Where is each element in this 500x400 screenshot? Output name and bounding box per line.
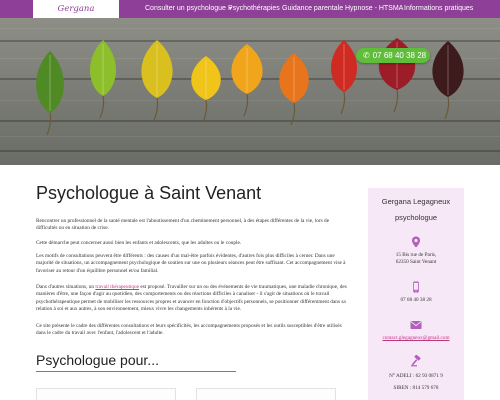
- mobile-phone-icon: [413, 281, 419, 293]
- leaf-shape: [231, 44, 263, 117]
- top-navigation-bar: Gergana Legagneux Consulter un psycholog…: [0, 0, 500, 32]
- gavel-icon: [411, 355, 421, 367]
- service-card[interactable]: [196, 388, 336, 400]
- nav-item-label: Consulter un psychologue: [145, 5, 226, 12]
- nav-item-guidance-parentale[interactable]: Guidance parentale: [282, 0, 343, 18]
- intro-paragraph: Les motifs de consultations peuvent être…: [36, 253, 346, 274]
- leaf-shape: [279, 53, 309, 126]
- sidebar-phone[interactable]: 07 68 40 38 28: [368, 297, 464, 304]
- service-card[interactable]: [36, 388, 176, 400]
- phone-number: 07 68 40 38 28: [372, 51, 427, 60]
- sidebar-address-line: 62350 Saint Venant: [395, 259, 437, 265]
- nav-item-psychotherapies[interactable]: Psychothérapies: [228, 0, 280, 18]
- leaf-shape: [432, 41, 464, 120]
- nav-item-informations-pratiques[interactable]: Informations pratiques: [404, 0, 473, 18]
- section-heading: Psychologue pour...: [36, 352, 159, 368]
- section-heading-underline: [36, 371, 236, 372]
- intro-paragraph: Ce site présente le cadre des différente…: [36, 323, 342, 337]
- intro-paragraph: Dans d'autres situations, un travail thé…: [36, 284, 351, 314]
- sidebar-address-line: 15 Bis rue de Paris,: [395, 252, 437, 258]
- paragraph-text: Dans d'autres situations, un: [36, 284, 96, 290]
- travail-therapeutique-link[interactable]: travail thérapeutique: [95, 284, 139, 290]
- nav-item-consulter[interactable]: Consulter un psychologue ▼: [145, 0, 233, 18]
- sidebar-email-link[interactable]: contact.glegagneux@gmail.com: [368, 335, 464, 342]
- phone-call-button[interactable]: ✆ 07 68 40 38 28: [356, 48, 430, 63]
- leaf-shape: [90, 40, 116, 119]
- phone-icon: ✆: [363, 51, 370, 60]
- hero-banner: ✆ 07 68 40 38 28: [0, 18, 500, 165]
- sidebar-role: psychologue: [394, 213, 438, 222]
- leaf-shape: [331, 40, 357, 115]
- sidebar-name: Gergana Legagneux: [381, 197, 451, 206]
- page-title: Psychologue à Saint Venant: [36, 183, 262, 203]
- intro-paragraph: Cette démarche peut concerner aussi bien…: [36, 240, 242, 246]
- leaf-shape: [36, 51, 64, 136]
- envelope-icon: [410, 321, 422, 329]
- site-logo[interactable]: Gergana Legagneux: [33, 0, 119, 32]
- leaf-shape: [191, 56, 221, 123]
- sidebar-siren: SIREN : 814 579 678: [393, 385, 439, 391]
- intro-paragraph: Rencontrer un professionnel de la santé …: [36, 218, 330, 232]
- sidebar-adeli: N° ADELI : 62 93 0871 9: [389, 373, 443, 379]
- nav-item-hypnose[interactable]: Hypnose - HTSMA: [345, 0, 403, 18]
- map-marker-icon: [412, 236, 420, 248]
- autumn-leaves-illustration: [36, 38, 464, 136]
- leaf-shape: [141, 40, 173, 121]
